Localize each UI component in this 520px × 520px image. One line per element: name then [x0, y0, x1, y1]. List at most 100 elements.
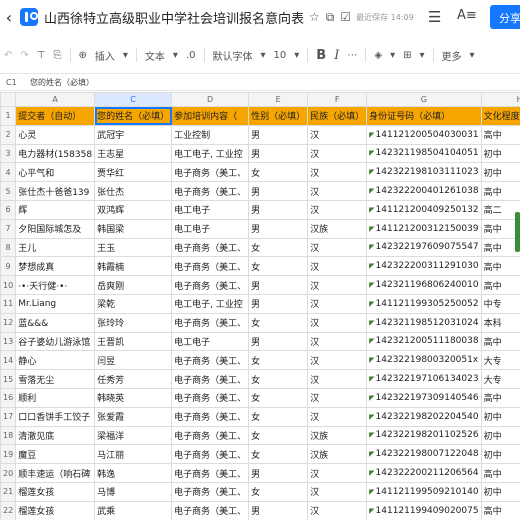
- column-header[interactable]: H: [480, 92, 520, 107]
- chevron-down-icon[interactable]: ▾: [390, 50, 395, 61]
- table-cell[interactable]: 张仕杰: [94, 181, 173, 201]
- table-cell[interactable]: 清澈见底: [15, 425, 96, 446]
- table-cell[interactable]: Mr.Liang: [15, 293, 96, 314]
- menu-icon[interactable]: ☰: [428, 8, 441, 26]
- table-cell[interactable]: 韩晓英: [94, 387, 173, 408]
- row-number[interactable]: 17: [0, 406, 17, 427]
- table-cell[interactable]: 高中: [480, 181, 520, 201]
- table-cell[interactable]: ◤142322197309140546: [366, 387, 482, 408]
- table-cell[interactable]: 汉: [307, 331, 368, 352]
- table-cell[interactable]: 高中: [480, 463, 520, 483]
- table-cell[interactable]: 男: [248, 463, 309, 483]
- table-cell[interactable]: 女: [248, 406, 309, 427]
- table-cell[interactable]: 电工电子, 工业控: [171, 143, 250, 164]
- fill-color-icon[interactable]: ◈: [374, 50, 382, 61]
- more-button[interactable]: 更多: [442, 48, 462, 63]
- table-cell[interactable]: 任秀芳: [94, 369, 173, 389]
- table-cell[interactable]: 初中: [480, 406, 520, 427]
- table-cell[interactable]: 汉: [307, 199, 368, 220]
- table-cell[interactable]: 马博: [94, 481, 173, 502]
- table-cell[interactable]: 男: [248, 218, 309, 239]
- table-cell[interactable]: 榴莲女孩: [15, 481, 96, 502]
- table-cell[interactable]: 高中: [480, 124, 520, 145]
- table-cell[interactable]: 岳爽刚: [94, 275, 173, 295]
- table-cell[interactable]: 电子商务（美工、: [171, 237, 250, 258]
- header-cell[interactable]: 性别（必填）: [248, 106, 309, 126]
- table-cell[interactable]: ·•·天行健·•·: [15, 275, 96, 295]
- row-number[interactable]: 5: [0, 181, 17, 201]
- row-number[interactable]: 15: [0, 369, 17, 389]
- spreadsheet-grid[interactable]: ACDEFGHI1提交者（自动）您的姓名（必填）参加培训内容（性别（必填）民族（…: [0, 92, 520, 520]
- sheet-table[interactable]: ACDEFGHI1提交者（自动）您的姓名（必填）参加培训内容（性别（必填）民族（…: [0, 92, 520, 520]
- table-cell[interactable]: 电子商务（美工、: [171, 406, 250, 427]
- bold-icon[interactable]: B: [316, 48, 326, 63]
- table-cell[interactable]: 初中: [480, 481, 520, 502]
- table-cell[interactable]: 电力器材(158358: [15, 143, 96, 164]
- table-cell[interactable]: 大专: [480, 369, 520, 389]
- column-header[interactable]: E: [248, 92, 309, 107]
- formula-input[interactable]: 您的姓名（必填）: [28, 77, 94, 88]
- table-cell[interactable]: 汉族: [307, 218, 368, 239]
- table-cell[interactable]: ◤142322200401261038: [366, 181, 482, 201]
- table-cell[interactable]: 电子商务（美工、: [171, 444, 250, 465]
- table-cell[interactable]: 双鸿辉: [94, 199, 173, 220]
- table-cell[interactable]: 武冠宇: [94, 124, 173, 145]
- font-size-select[interactable]: 10: [274, 50, 287, 61]
- column-header[interactable]: A: [15, 92, 96, 107]
- table-cell[interactable]: 韩国梁: [94, 218, 173, 239]
- font-select[interactable]: 默认字体: [213, 48, 253, 63]
- row-number[interactable]: 9: [0, 256, 17, 277]
- table-cell[interactable]: 男: [248, 124, 309, 145]
- vertical-scrollbar[interactable]: [515, 212, 520, 252]
- table-cell[interactable]: 高中: [480, 256, 520, 277]
- table-cell[interactable]: 女: [248, 312, 309, 333]
- table-cell[interactable]: 静心: [15, 350, 96, 371]
- table-cell[interactable]: 电工电子: [171, 199, 250, 220]
- table-cell[interactable]: 女: [248, 425, 309, 446]
- table-cell[interactable]: 女: [248, 237, 309, 258]
- table-cell[interactable]: ◤142321198512031024: [366, 312, 482, 333]
- table-cell[interactable]: 梁福洋: [94, 425, 173, 446]
- header-cell[interactable]: 您的姓名（必填）: [94, 106, 173, 126]
- table-cell[interactable]: 汉: [307, 500, 368, 520]
- table-cell[interactable]: ◤142321200511180038: [366, 331, 482, 352]
- share-button[interactable]: 分享: [490, 5, 520, 29]
- row-number[interactable]: 4: [0, 162, 17, 183]
- row-number[interactable]: 8: [0, 237, 17, 258]
- row-number[interactable]: 1: [0, 106, 17, 126]
- table-cell[interactable]: ◤141121199509210140: [366, 481, 482, 502]
- table-cell[interactable]: 武乘: [94, 500, 173, 520]
- table-cell[interactable]: 电子商务（美工、: [171, 500, 250, 520]
- table-cell[interactable]: ◤142321198504104051: [366, 143, 482, 164]
- column-header[interactable]: F: [307, 92, 368, 107]
- table-cell[interactable]: 电子商务（美工、: [171, 350, 250, 371]
- row-number[interactable]: 11: [0, 293, 17, 314]
- table-cell[interactable]: 初中: [480, 444, 520, 465]
- table-cell[interactable]: 男: [248, 143, 309, 164]
- table-cell[interactable]: 工业控制: [171, 124, 250, 145]
- table-cell[interactable]: 男: [248, 293, 309, 314]
- table-cell[interactable]: ◤141121199305250052: [366, 293, 482, 314]
- table-cell[interactable]: 汉: [307, 256, 368, 277]
- document-title[interactable]: 山西徐特立高级职业中学社会培训报名意向表（收集结果）: [44, 8, 306, 27]
- table-cell[interactable]: 女: [248, 481, 309, 502]
- row-number[interactable]: 6: [0, 199, 17, 220]
- table-cell[interactable]: 电子商务（美工、: [171, 181, 250, 201]
- table-cell[interactable]: ◤141121199409020075: [366, 500, 482, 520]
- chevron-down-icon[interactable]: ▾: [419, 50, 424, 61]
- chevron-down-icon[interactable]: ▾: [470, 50, 475, 61]
- table-cell[interactable]: ◤142322197106134023: [366, 369, 482, 389]
- table-cell[interactable]: 魔豆: [15, 444, 96, 465]
- table-cell[interactable]: 汉: [307, 369, 368, 389]
- chevron-down-icon[interactable]: ▾: [261, 50, 266, 61]
- border-icon[interactable]: ⊞: [403, 50, 411, 61]
- header-cell[interactable]: 参加培训内容（: [171, 106, 250, 126]
- table-cell[interactable]: 汉: [307, 293, 368, 314]
- column-header[interactable]: G: [366, 92, 482, 107]
- table-cell[interactable]: 电子商务（美工、: [171, 463, 250, 483]
- table-cell[interactable]: 贾华红: [94, 162, 173, 183]
- row-number[interactable]: 14: [0, 350, 17, 371]
- table-cell[interactable]: 汉: [307, 181, 368, 201]
- table-cell[interactable]: 王儿: [15, 237, 96, 258]
- table-cell[interactable]: 女: [248, 387, 309, 408]
